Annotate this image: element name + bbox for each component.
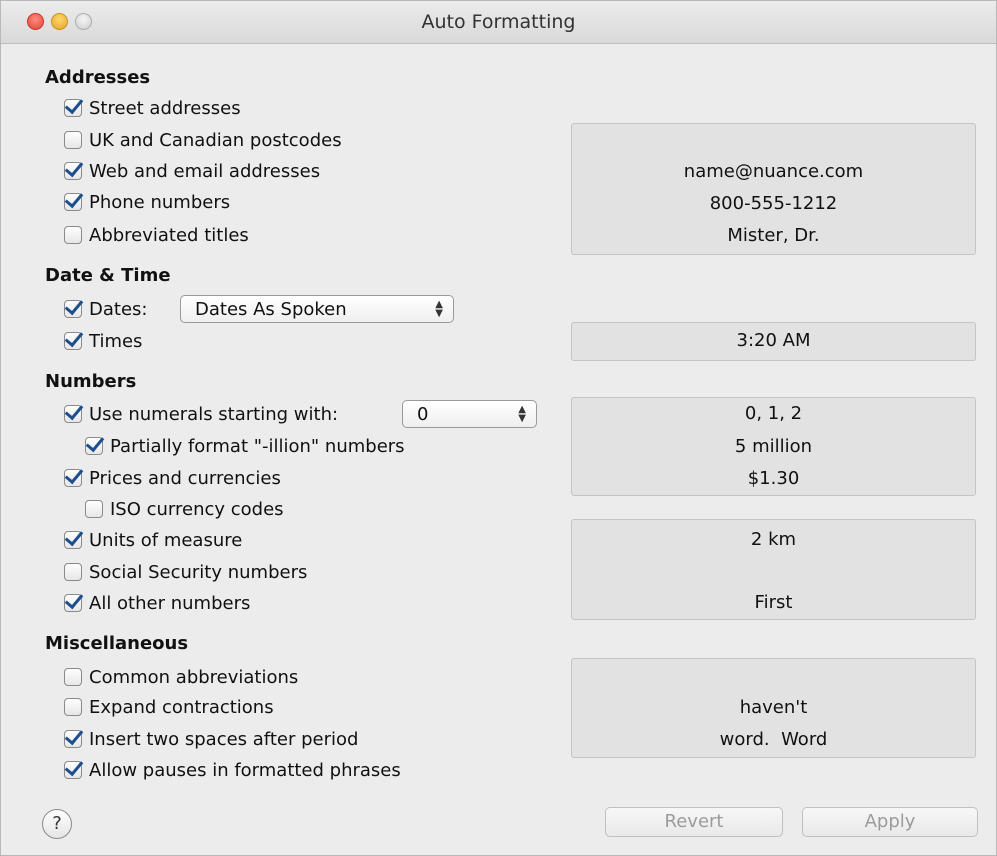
preview-two-spaces: word. Word bbox=[719, 729, 828, 750]
option-label: Prices and currencies bbox=[89, 467, 281, 489]
apply-button[interactable]: Apply bbox=[802, 807, 978, 837]
option-common-abbreviations[interactable]: Common abbreviations bbox=[64, 665, 298, 689]
option-label: Allow pauses in formatted phrases bbox=[89, 759, 401, 781]
option-dates[interactable]: Dates: bbox=[64, 297, 147, 321]
help-button[interactable]: ? bbox=[42, 809, 72, 839]
option-street-addresses[interactable]: Street addresses bbox=[64, 96, 241, 120]
option-label: Units of measure bbox=[89, 529, 243, 551]
illion-checkbox[interactable] bbox=[85, 437, 103, 455]
two-spaces-checkbox[interactable] bbox=[64, 730, 82, 748]
section-title-addresses: Addresses bbox=[45, 67, 151, 88]
auto-formatting-window: Auto Formatting Addresses Street address… bbox=[0, 0, 997, 856]
web-email-checkbox[interactable] bbox=[64, 162, 82, 180]
preview-contractions: haven't bbox=[739, 697, 808, 718]
option-partially-format-illion[interactable]: Partially format "-illion" numbers bbox=[85, 434, 405, 458]
option-label: Use numerals starting with: bbox=[89, 403, 339, 425]
option-use-numerals[interactable]: Use numerals starting with: bbox=[64, 402, 338, 426]
option-abbreviated-titles[interactable]: Abbreviated titles bbox=[64, 223, 249, 247]
numerals-start-select[interactable]: 0 ▲ ▼ bbox=[402, 400, 537, 428]
section-title-miscellaneous: Miscellaneous bbox=[45, 633, 189, 654]
preview-email: name@nuance.com bbox=[683, 161, 864, 182]
contractions-checkbox[interactable] bbox=[64, 698, 82, 716]
addresses-preview-box: name@nuance.com 800-555-1212 Mister, Dr. bbox=[571, 123, 976, 255]
dates-format-value: Dates As Spoken bbox=[195, 298, 347, 320]
other-numbers-checkbox[interactable] bbox=[64, 594, 82, 612]
misc-preview-box: haven't word. Word bbox=[571, 658, 976, 758]
option-ssn[interactable]: Social Security numbers bbox=[64, 560, 307, 584]
option-label: Abbreviated titles bbox=[89, 224, 249, 246]
option-postcodes[interactable]: UK and Canadian postcodes bbox=[64, 128, 342, 152]
option-label: Insert two spaces after period bbox=[89, 728, 359, 750]
phone-numbers-checkbox[interactable] bbox=[64, 193, 82, 211]
preview-titles: Mister, Dr. bbox=[727, 225, 820, 246]
option-other-numbers[interactable]: All other numbers bbox=[64, 591, 250, 615]
option-label: Times bbox=[89, 330, 143, 352]
title-bar: Auto Formatting bbox=[1, 1, 996, 44]
preview-other-numbers: First bbox=[754, 592, 793, 613]
numerals-start-value: 0 bbox=[417, 403, 429, 425]
abbreviated-titles-checkbox[interactable] bbox=[64, 226, 82, 244]
times-preview-box: 3:20 AM bbox=[571, 322, 976, 361]
option-two-spaces[interactable]: Insert two spaces after period bbox=[64, 727, 358, 751]
section-title-date-time: Date & Time bbox=[45, 265, 171, 286]
section-title-numbers: Numbers bbox=[45, 371, 137, 392]
option-label: Expand contractions bbox=[89, 696, 274, 718]
option-label: ISO currency codes bbox=[110, 498, 284, 520]
abbreviations-checkbox[interactable] bbox=[64, 668, 82, 686]
preview-time: 3:20 AM bbox=[736, 330, 811, 351]
prices-checkbox[interactable] bbox=[64, 469, 82, 487]
option-iso-currency[interactable]: ISO currency codes bbox=[85, 497, 284, 521]
dates-format-select[interactable]: Dates As Spoken ▲ ▼ bbox=[180, 295, 454, 323]
measures-preview-box: 2 km First bbox=[571, 519, 976, 620]
option-label: Phone numbers bbox=[89, 191, 231, 213]
option-expand-contractions[interactable]: Expand contractions bbox=[64, 695, 274, 719]
street-addresses-checkbox[interactable] bbox=[64, 99, 82, 117]
option-label: Common abbreviations bbox=[89, 666, 299, 688]
option-label: Partially format "-illion" numbers bbox=[110, 435, 405, 457]
preview-numerals: 0, 1, 2 bbox=[744, 403, 803, 424]
times-checkbox[interactable] bbox=[64, 332, 82, 350]
option-label: All other numbers bbox=[89, 592, 251, 614]
option-prices-currencies[interactable]: Prices and currencies bbox=[64, 466, 281, 490]
numbers-preview-box: 0, 1, 2 5 million $1.30 bbox=[571, 397, 976, 496]
option-label: UK and Canadian postcodes bbox=[89, 129, 342, 151]
preview-units: 2 km bbox=[750, 529, 797, 550]
option-label: Web and email addresses bbox=[89, 160, 321, 182]
iso-currency-checkbox[interactable] bbox=[85, 500, 103, 518]
revert-button[interactable]: Revert bbox=[605, 807, 783, 837]
option-label: Street addresses bbox=[89, 97, 241, 119]
use-numerals-checkbox[interactable] bbox=[64, 405, 82, 423]
preview-illion: 5 million bbox=[734, 436, 813, 457]
option-allow-pauses[interactable]: Allow pauses in formatted phrases bbox=[64, 758, 401, 782]
option-label: Dates: bbox=[89, 298, 148, 320]
allow-pauses-checkbox[interactable] bbox=[64, 761, 82, 779]
postcodes-checkbox[interactable] bbox=[64, 131, 82, 149]
option-times[interactable]: Times bbox=[64, 329, 142, 353]
option-phone-numbers[interactable]: Phone numbers bbox=[64, 190, 230, 214]
units-checkbox[interactable] bbox=[64, 531, 82, 549]
dates-checkbox[interactable] bbox=[64, 300, 82, 318]
option-label: Social Security numbers bbox=[89, 561, 308, 583]
option-web-email[interactable]: Web and email addresses bbox=[64, 159, 320, 183]
preview-prices: $1.30 bbox=[747, 468, 800, 489]
ssn-checkbox[interactable] bbox=[64, 563, 82, 581]
select-arrows-icon: ▲ ▼ bbox=[435, 299, 443, 319]
window-title: Auto Formatting bbox=[421, 11, 576, 33]
preview-phone: 800-555-1212 bbox=[709, 193, 838, 214]
select-arrows-icon: ▲ ▼ bbox=[518, 404, 526, 424]
option-units[interactable]: Units of measure bbox=[64, 528, 242, 552]
